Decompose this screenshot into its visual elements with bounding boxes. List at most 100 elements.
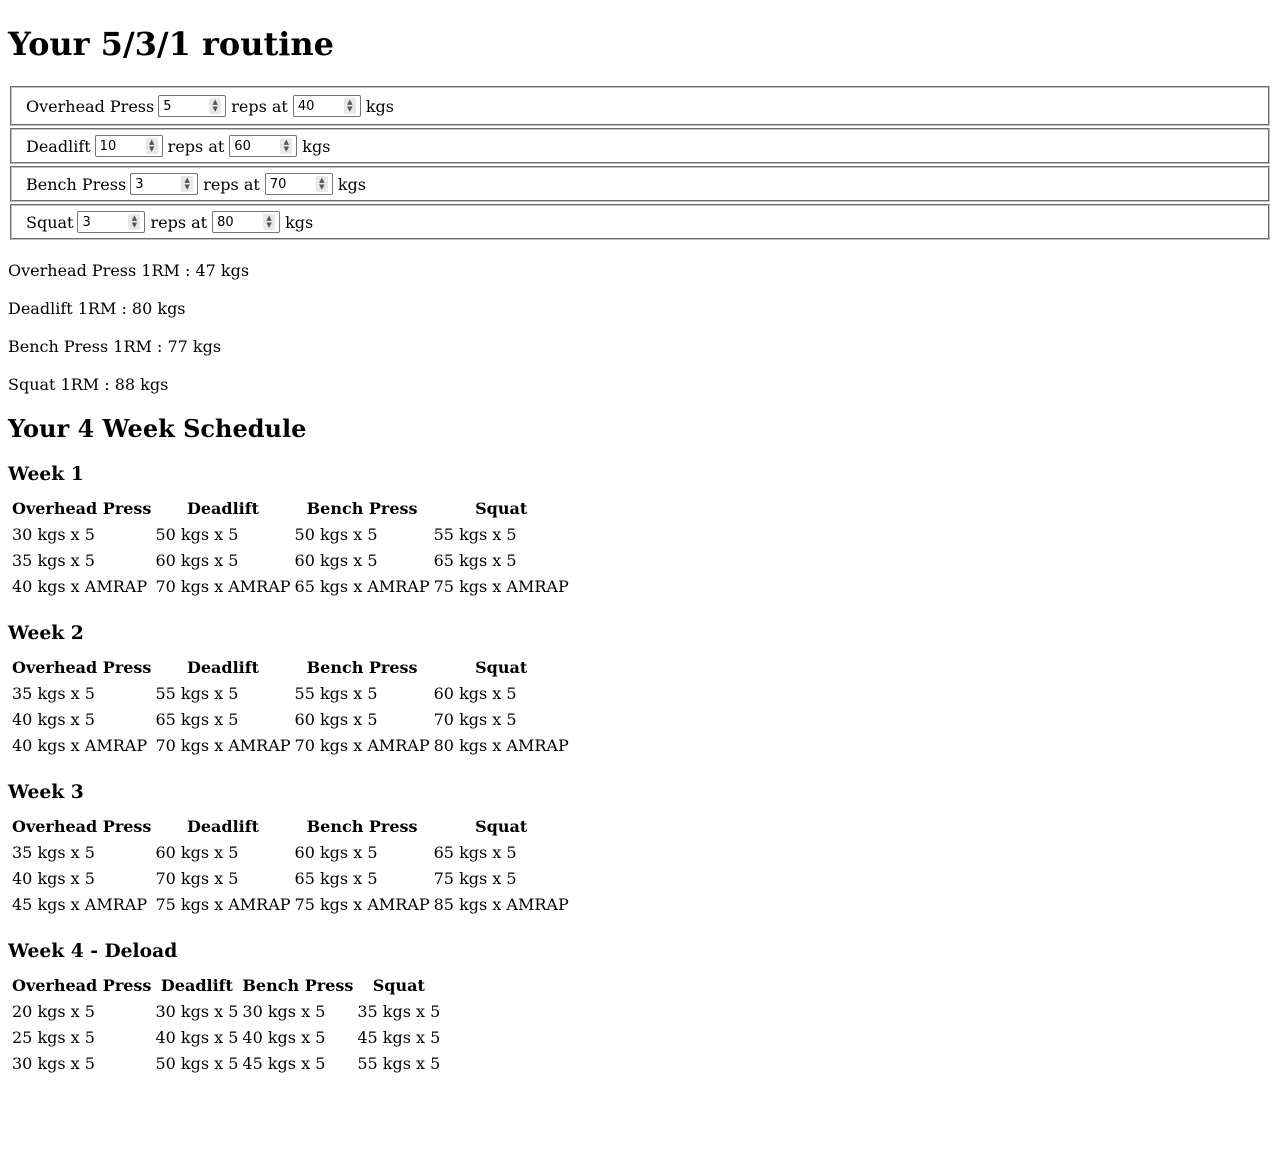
table-cell: 40 kgs x 5: [12, 709, 95, 729]
spinner-icon[interactable]: ▲ ▼: [343, 98, 356, 114]
table-cell: 65 kgs x 5: [433, 550, 517, 570]
table-row: 40 kgs x 5 65 kgs x 5 60 kgs x 5 70 kgs x 5: [11, 707, 570, 731]
page-title: Your 5/3/1 routine: [8, 25, 335, 63]
spinner-icon[interactable]: ▲ ▼: [263, 214, 276, 230]
weight-input[interactable]: ▲▼: [264, 173, 333, 195]
table-row: 40 kgs x 5 70 kgs x 5 65 kgs x 5 75 kgs x 5: [11, 866, 570, 890]
table-cell: 55 kgs x 5: [433, 524, 517, 544]
table-row: 45 kgs x AMRAP 75 kgs x AMRAP 75 kgs x AMR…: [11, 892, 570, 916]
table-row: 35 kgs x 5 60 kgs x 5 60 kgs x 5 65 kgs x 5: [11, 840, 570, 864]
reps-input[interactable]: ▲▼: [77, 211, 146, 233]
reps-input[interactable]: ▲▼: [94, 135, 163, 157]
weight-value[interactable]: [269, 176, 314, 192]
table-cell: 80 kgs x AMRAP: [433, 735, 569, 755]
column-header: Bench Press: [306, 816, 418, 836]
weight-input[interactable]: ▲▼: [212, 211, 281, 233]
spinner-icon[interactable]: ▲ ▼: [181, 176, 194, 192]
one-rm-overhead-press: Overhead Press 1RM : 47 kgs: [8, 261, 250, 280]
table-cell: 70 kgs x AMRAP: [294, 735, 430, 755]
table-cell: 35 kgs x 5: [12, 842, 95, 862]
column-header: Squat: [475, 657, 528, 677]
reps-input[interactable]: ▲▼: [130, 173, 199, 195]
column-header: Deadlift: [186, 657, 259, 677]
table-cell: 35 kgs x 5: [12, 550, 95, 570]
table-cell: 75 kgs x AMRAP: [294, 894, 430, 914]
table-cell: 75 kgs x AMRAP: [433, 576, 569, 596]
table-cell: 70 kgs x AMRAP: [155, 576, 291, 596]
column-header: Bench Press: [306, 498, 418, 518]
table-header-row: Overhead Press Deadlift Bench Press Squat: [11, 655, 570, 679]
reps-at-label: reps at: [231, 96, 288, 116]
table-cell: 65 kgs x 5: [155, 709, 239, 729]
weight-input[interactable]: ▲▼: [292, 95, 361, 117]
reps-at-label: reps at: [203, 174, 260, 194]
lift-fieldset-bench-press: Bench Press ▲▼ reps at ▲▼ kgs: [10, 166, 1270, 202]
reps-value[interactable]: [135, 176, 180, 192]
reps-value[interactable]: [82, 214, 127, 230]
week-title: Week 4 - Deload: [8, 940, 178, 962]
table-cell: 20 kgs x 5: [12, 1001, 95, 1021]
table-cell: 60 kgs x 5: [155, 550, 239, 570]
table-cell: 55 kgs x 5: [155, 683, 239, 703]
table-cell: 30 kgs x 5: [155, 1001, 239, 1021]
week-title: Week 3: [8, 781, 84, 803]
spinner-icon[interactable]: ▲ ▼: [209, 98, 222, 114]
table-cell: 50 kgs x 5: [294, 524, 378, 544]
table-row: 20 kgs x 5 30 kgs x 5 30 kgs x 5 35 kgs x 5: [11, 999, 441, 1023]
table-cell: 35 kgs x 5: [357, 1001, 441, 1021]
lift-inputs: Overhead Press ▲▼ reps at ▲▼ kgs Deadlif…: [8, 86, 1272, 240]
column-header: Squat: [372, 975, 425, 995]
reps-value[interactable]: [163, 98, 208, 114]
table-cell: 75 kgs x 5: [433, 868, 517, 888]
table-cell: 75 kgs x AMRAP: [155, 894, 291, 914]
weeks-container: Week 1 Overhead Press Deadlift Bench Press S…: [8, 454, 1272, 1077]
table-cell: 30 kgs x 5: [12, 1053, 95, 1073]
table-cell: 45 kgs x 5: [242, 1053, 326, 1073]
table-row: 30 kgs x 5 50 kgs x 5 50 kgs x 5 55 kgs x 5: [11, 522, 570, 546]
column-header: Squat: [475, 816, 528, 836]
table-cell: 40 kgs x AMRAP: [12, 735, 148, 755]
table-cell: 40 kgs x 5: [12, 868, 95, 888]
table-cell: 40 kgs x 5: [155, 1027, 239, 1047]
reps-value[interactable]: [99, 138, 144, 154]
week-table: Overhead Press Deadlift Bench Press Squat 20…: [9, 971, 443, 1077]
table-cell: 35 kgs x 5: [12, 683, 95, 703]
spinner-icon[interactable]: ▲ ▼: [280, 138, 293, 154]
one-rm-squat: Squat 1RM : 88 kgs: [8, 375, 169, 394]
week-table: Overhead Press Deadlift Bench Press Squat 30…: [9, 494, 572, 600]
spinner-icon[interactable]: ▲ ▼: [315, 176, 328, 192]
lift-fieldset-deadlift: Deadlift ▲▼ reps at ▲▼ kgs: [10, 128, 1270, 164]
weight-value[interactable]: [297, 98, 342, 114]
table-row: 40 kgs x AMRAP 70 kgs x AMRAP 65 kgs x AMR…: [11, 574, 570, 598]
table-cell: 25 kgs x 5: [12, 1027, 95, 1047]
table-cell: 60 kgs x 5: [294, 550, 378, 570]
reps-at-label: reps at: [167, 136, 225, 156]
table-row: 25 kgs x 5 40 kgs x 5 40 kgs x 5 45 kgs x 5: [11, 1025, 441, 1049]
table-cell: 60 kgs x 5: [294, 842, 378, 862]
column-header: Bench Press: [306, 657, 418, 677]
one-rm-deadlift: Deadlift 1RM : 80 kgs: [8, 299, 186, 318]
lift-label: Squat: [26, 212, 74, 232]
column-header: Deadlift: [186, 816, 259, 836]
unit-label: kgs: [302, 136, 331, 156]
table-row: 30 kgs x 5 50 kgs x 5 45 kgs x 5 55 kgs x 5: [11, 1051, 441, 1075]
table-row: 35 kgs x 5 60 kgs x 5 60 kgs x 5 65 kgs x 5: [11, 548, 570, 572]
table-cell: 30 kgs x 5: [12, 524, 95, 544]
table-cell: 70 kgs x AMRAP: [155, 735, 291, 755]
table-header-row: Overhead Press Deadlift Bench Press Squat: [11, 973, 441, 997]
reps-input[interactable]: ▲▼: [158, 95, 227, 117]
unit-label: kgs: [365, 96, 394, 116]
table-cell: 55 kgs x 5: [294, 683, 378, 703]
weight-value[interactable]: [234, 138, 279, 154]
schedule-title: Your 4 Week Schedule: [8, 414, 307, 443]
week-table: Overhead Press Deadlift Bench Press Squat 35…: [9, 812, 572, 918]
column-header: Overhead Press: [12, 975, 152, 995]
spinner-icon[interactable]: ▲ ▼: [145, 138, 158, 154]
weight-value[interactable]: [217, 214, 262, 230]
weight-input[interactable]: ▲▼: [229, 135, 298, 157]
column-header: Bench Press: [242, 975, 354, 995]
one-rep-max-list: Overhead Press 1RM : 47 kgs Deadlift 1RM…: [8, 252, 1272, 404]
table-cell: 45 kgs x AMRAP: [12, 894, 148, 914]
table-cell: 65 kgs x 5: [294, 868, 378, 888]
spinner-icon[interactable]: ▲ ▼: [128, 214, 141, 230]
